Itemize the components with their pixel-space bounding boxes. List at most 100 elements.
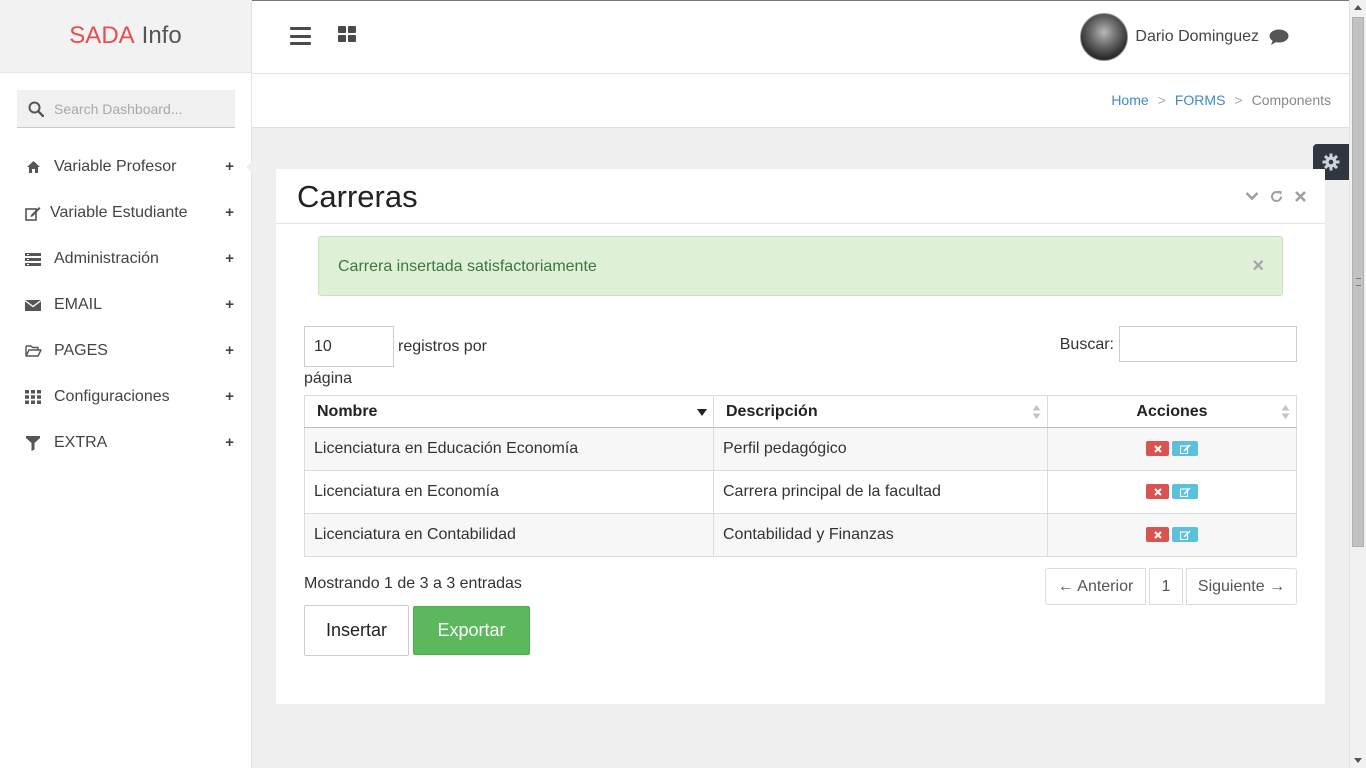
scroll-down-arrow-icon[interactable] [1354,758,1362,763]
insert-button[interactable]: Insertar [304,605,409,656]
table-row: Licenciatura en Economía Carrera princip… [304,470,1297,514]
breadcrumb-separator: > [1157,92,1166,108]
breadcrumb-separator: > [1234,92,1243,108]
edit-button[interactable] [1172,527,1198,543]
expand-plus-icon[interactable]: + [225,158,234,175]
avatar[interactable] [1080,13,1129,61]
apps-grid-icon[interactable] [338,26,356,43]
times-icon [1153,531,1162,539]
carreras-table: Nombre Descripción Acciones Licenciatura… [304,395,1297,557]
carreras-panel: Carreras Carrera insertada satisfactoria… [276,169,1325,704]
filter-icon [24,434,42,452]
pagination: ← Anterior 1 Siguiente → [1045,568,1297,605]
list-icon [24,250,42,268]
success-alert: Carrera insertada satisfactoriamente × [318,236,1283,296]
sidebar-item-pages[interactable]: PAGES + [0,328,252,374]
sidebar-item-configuraciones[interactable]: Configuraciones + [0,374,252,420]
delete-button[interactable] [1146,527,1169,543]
cell-descripcion: Contabilidad y Finanzas [713,513,1048,557]
sort-both-icon [1032,405,1041,419]
brand-name-part1: SADA [69,22,135,49]
table-row: Licenciatura en Educación Economía Perfi… [304,427,1297,471]
breadcrumb-forms-link[interactable]: FORMS [1175,92,1226,108]
cell-descripcion: Perfil pedagógico [713,427,1048,471]
sidebar-item-label: Administración [54,250,159,267]
sidebar-item-variable-profesor[interactable]: Variable Profesor + [0,144,253,190]
column-header-nombre[interactable]: Nombre [304,395,714,428]
cell-nombre: Licenciatura en Economía [304,470,714,514]
expand-plus-icon[interactable]: + [225,434,234,451]
page-length-select[interactable] [304,326,394,367]
sidebar-item-administracion[interactable]: Administración + [0,236,252,282]
sidebar-nav: Variable Profesor + Variable Estudiante … [0,144,253,466]
scrollbar-thumb[interactable] [1352,17,1364,547]
brand-name-part2: Info [141,22,182,49]
cell-acciones [1047,427,1297,471]
sidebar-item-email[interactable]: EMAIL + [0,282,252,328]
page-scrollbar[interactable] [1349,0,1366,768]
sidebar-item-label: EMAIL [54,296,103,313]
collapse-chevron-icon[interactable] [1245,189,1259,203]
grid-icon [24,388,42,406]
cell-nombre: Licenciatura en Contabilidad [304,513,714,557]
brand-logo[interactable]: SADA Info [0,0,251,73]
column-header-label: Nombre [317,402,378,420]
search-input[interactable] [54,100,224,117]
panel-tools [1245,189,1307,203]
table-search-label: Buscar: [1059,336,1114,353]
user-menu[interactable]: Dario Dominguez [1080,13,1289,61]
export-button[interactable]: Exportar [413,606,530,655]
edit-icon [1179,487,1190,497]
edit-icon [1179,530,1190,540]
pagination-page-button[interactable]: 1 [1149,568,1183,605]
top-bar: Dario Dominguez [252,0,1349,74]
edit-button[interactable] [1172,484,1198,500]
delete-button[interactable] [1146,484,1169,500]
cell-descripcion: Carrera principal de la facultad [713,470,1048,514]
sort-desc-icon [697,409,707,416]
expand-plus-icon[interactable]: + [225,296,234,313]
times-icon [1153,488,1162,496]
edit-icon [24,204,42,222]
home-icon [24,158,42,176]
user-name[interactable]: Dario Dominguez [1135,28,1259,46]
breadcrumb-home-link[interactable]: Home [1111,92,1148,108]
refresh-icon[interactable] [1269,189,1283,203]
sidebar: SADA Info Variable Profesor + Variable E… [0,0,253,768]
edit-button[interactable] [1172,441,1198,457]
column-header-label: Descripción [726,402,818,420]
expand-plus-icon[interactable]: + [225,250,234,267]
table-info: Mostrando 1 de 3 a 3 entradas [304,575,522,592]
sidebar-item-label: PAGES [54,342,108,359]
sidebar-item-variable-estudiante[interactable]: Variable Estudiante + [0,190,252,236]
times-icon [1153,445,1162,453]
sort-both-icon [1281,405,1290,419]
scroll-up-arrow-icon[interactable] [1354,5,1362,10]
table-header-row: Nombre Descripción Acciones [304,395,1297,428]
expand-plus-icon[interactable]: + [225,388,234,405]
sidebar-item-label: Variable Profesor [54,158,177,175]
expand-plus-icon[interactable]: + [225,204,234,221]
page-length-label: registros por [398,338,487,355]
column-header-label: Acciones [1136,402,1208,420]
alert-close-button[interactable]: × [1252,256,1264,276]
cell-acciones [1047,513,1297,557]
sidebar-item-label: Variable Estudiante [50,204,188,221]
chat-bubble-icon[interactable] [1269,29,1289,46]
column-header-acciones[interactable]: Acciones [1047,395,1297,428]
sidebar-search [17,90,235,128]
edit-icon [1179,444,1190,454]
delete-button[interactable] [1146,441,1169,457]
pagination-next-button[interactable]: Siguiente → [1186,568,1297,605]
table-search-input[interactable] [1119,326,1297,362]
table-row: Licenciatura en Contabilidad Contabilida… [304,513,1297,557]
alert-message: Carrera insertada satisfactoriamente [338,258,597,275]
column-header-descripcion[interactable]: Descripción [713,395,1048,428]
sidebar-item-label: EXTRA [54,434,108,451]
hamburger-menu-icon[interactable] [290,27,311,45]
close-icon[interactable] [1293,189,1307,203]
pagination-prev-button[interactable]: ← Anterior [1045,568,1146,605]
sidebar-item-extra[interactable]: EXTRA + [0,420,252,466]
expand-plus-icon[interactable]: + [225,342,234,359]
cell-acciones [1047,470,1297,514]
